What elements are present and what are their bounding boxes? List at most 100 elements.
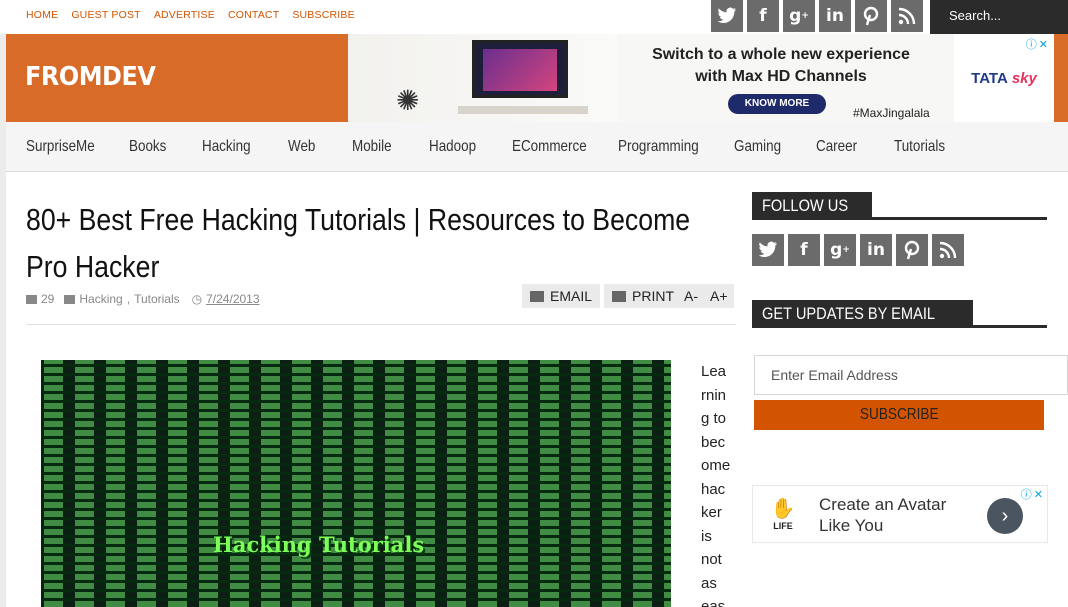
font-size-controls: A- A+ (678, 284, 734, 308)
search-input[interactable]: Search... (930, 0, 1068, 34)
social-icons-top: f g + in (711, 0, 923, 32)
body-line: rnin (701, 386, 727, 404)
ad-text-line-2: Like You (819, 516, 884, 535)
ad-text-line-1: Create an Avatar (819, 495, 947, 514)
twitter-icon[interactable] (752, 234, 784, 266)
google-plus-icon[interactable]: g + (824, 234, 856, 266)
article-title: 80+ Best Free Hacking Tutorials | Resour… (26, 202, 691, 284)
nav-item-mobile[interactable]: Mobile (352, 138, 392, 156)
top-link-guest-post[interactable]: GUEST POST (71, 9, 141, 21)
body-line: as (701, 574, 717, 592)
body-line: bec (701, 433, 726, 451)
email-icon (530, 290, 544, 302)
ad-close-icon[interactable]: ⓘ✕ (1026, 36, 1050, 52)
folder-icon (64, 294, 76, 304)
top-link-contact[interactable]: CONTACT (228, 9, 279, 21)
image-caption: Hacking Tutorials (213, 532, 425, 557)
main-nav: SurpriseMe Books Hacking Web Mobile Hado… (6, 122, 1068, 172)
rss-icon[interactable] (932, 234, 964, 266)
body-line: is (701, 527, 712, 545)
body-line: eas (701, 598, 726, 607)
article-date: 7/24/2013 (206, 292, 260, 306)
ad-hashtag: #MaxJingalala (853, 106, 930, 120)
top-link-subscribe[interactable]: SUBSCRIBE (292, 9, 354, 21)
article-body: Lea rnin g to bec ome hac ker is not as … (701, 360, 737, 607)
nav-item-books[interactable]: Books (129, 138, 166, 156)
social-icons-sidebar: f g + in (752, 234, 964, 266)
print-label: PRINT (632, 288, 675, 304)
hand-icon: ✋ (770, 498, 796, 520)
category-hacking[interactable]: Hacking (79, 292, 122, 306)
nav-item-hacking[interactable]: Hacking (202, 138, 251, 156)
ad-logo: ✋ LIFE (765, 496, 801, 536)
top-link-advertise[interactable]: ADVERTISE (154, 9, 215, 21)
follow-us-label: FOLLOW US (762, 196, 849, 215)
chevron-right-icon[interactable]: › (987, 498, 1023, 534)
body-line: ome (701, 457, 731, 474)
facebook-icon[interactable]: f (788, 234, 820, 266)
body-line: hac (701, 480, 726, 498)
tv-stand (458, 106, 588, 114)
category-tutorials[interactable]: Tutorials (134, 292, 180, 306)
follow-us-rule (752, 217, 1047, 220)
nav-item-surpriseme[interactable]: SurpriseMe (26, 138, 95, 156)
nav-item-tutorials[interactable]: Tutorials (894, 138, 945, 156)
plant-icon: ✺ (396, 85, 420, 116)
page: HOME GUEST POST ADVERTISE CONTACT SUBSCR… (0, 0, 1068, 607)
ad-brand-sub: sky (1011, 69, 1037, 87)
facebook-icon[interactable]: f (747, 0, 779, 32)
font-larger-button[interactable]: A+ (710, 288, 728, 304)
nav-item-career[interactable]: Career (816, 138, 857, 156)
updates-title: GET UPDATES BY EMAIL (752, 300, 974, 328)
body-line: not (701, 551, 722, 568)
comment-count[interactable]: 29 (41, 292, 54, 306)
comment-icon (26, 294, 37, 304)
nav-item-ecommerce[interactable]: ECommerce (512, 138, 587, 156)
ad-brand-name: TATA (971, 69, 1008, 87)
email-button[interactable]: EMAIL (522, 284, 601, 308)
terminal-text-pattern (41, 360, 671, 607)
print-button[interactable]: PRINT (604, 284, 683, 308)
subscribe-button[interactable]: SUBSCRIBE (754, 400, 1044, 430)
linkedin-icon[interactable]: in (819, 0, 851, 32)
top-links: HOME GUEST POST ADVERTISE CONTACT SUBSCR… (26, 9, 355, 21)
updates-rule (752, 325, 1047, 328)
nav-item-programming[interactable]: Programming (618, 138, 699, 156)
google-plus-icon[interactable]: g + (783, 0, 815, 32)
article-meta: 29 Hacking, Tutorials ◷ 7/24/2013 (26, 292, 260, 306)
follow-us-title: FOLLOW US (752, 192, 873, 220)
font-smaller-button[interactable]: A- (684, 288, 698, 304)
clock-icon: ◷ (191, 292, 203, 306)
updates-label: GET UPDATES BY EMAIL (762, 304, 936, 323)
twitter-icon[interactable] (711, 0, 743, 32)
subscribe-label: SUBSCRIBE (859, 406, 939, 423)
rss-icon[interactable] (891, 0, 923, 32)
ad-logo-text: LIFE (773, 521, 793, 531)
site-header: FROMDEV ✺ Switch to a whole new experien… (6, 34, 1068, 122)
ad-know-more-button[interactable]: KNOW MORE (728, 94, 826, 114)
email-label: EMAIL (550, 288, 593, 304)
email-field[interactable] (754, 355, 1068, 395)
linkedin-icon[interactable]: in (860, 234, 892, 266)
ad-headline: Switch to a whole new experience with Ma… (636, 44, 926, 88)
ad-text: Create an Avatar Like You (819, 494, 946, 536)
sidebar-ad[interactable]: ✋ LIFE Create an Avatar Like You › ⓘ✕ (752, 485, 1048, 543)
nav-item-web[interactable]: Web (288, 138, 315, 156)
print-icon (612, 290, 627, 302)
site-logo[interactable]: FROMDEV (25, 62, 156, 92)
nav-item-hadoop[interactable]: Hadoop (429, 138, 476, 156)
top-link-home[interactable]: HOME (26, 9, 58, 21)
body-line: Lea (701, 363, 727, 380)
article-main: 80+ Best Free Hacking Tutorials | Resour… (6, 172, 736, 607)
ad-headline-line-2: with Max HD Channels (695, 68, 867, 85)
ad-close-icon[interactable]: ⓘ✕ (1021, 486, 1045, 502)
nav-item-gaming[interactable]: Gaming (734, 138, 781, 156)
top-bar: HOME GUEST POST ADVERTISE CONTACT SUBSCR… (0, 0, 1068, 34)
banner-ad[interactable]: ✺ Switch to a whole new experience with … (348, 34, 1054, 122)
category-separator: , (126, 292, 131, 306)
pinterest-icon[interactable] (855, 0, 887, 32)
meta-divider (26, 324, 736, 325)
body-line: ker (701, 504, 722, 521)
ad-headline-line-1: Switch to a whole new experience (652, 46, 910, 63)
pinterest-icon[interactable] (896, 234, 928, 266)
